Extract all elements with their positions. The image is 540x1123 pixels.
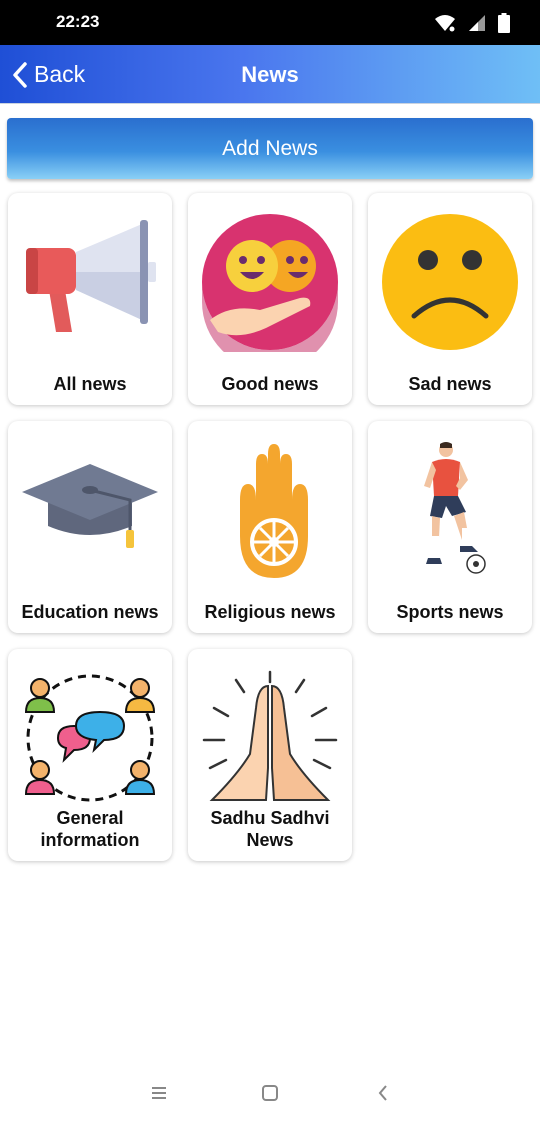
category-label: Religious news: [204, 602, 336, 622]
praying-hands-icon: [188, 663, 352, 813]
category-grid: All news Good news Sad news Education ne…: [8, 193, 532, 861]
back-label: Back: [34, 61, 86, 87]
system-nav-bar: [0, 1060, 540, 1123]
category-sad-news[interactable]: Sad news: [368, 193, 532, 405]
status-time: 22:23: [56, 12, 100, 31]
square-icon: [262, 1085, 278, 1101]
back-button[interactable]: Back: [12, 45, 85, 104]
category-religious-news[interactable]: Religious news: [188, 421, 352, 633]
category-label: All news: [53, 374, 127, 394]
status-icons: [434, 12, 510, 34]
chevron-left-icon: [378, 1085, 387, 1101]
happy-faces-icon: [188, 207, 352, 357]
category-label: General information: [40, 808, 140, 850]
category-label: Good news: [221, 374, 319, 394]
wifi-icon: [435, 15, 455, 32]
system-back-button[interactable]: [368, 1078, 398, 1108]
status-bar: 22:23: [0, 0, 540, 45]
category-label: Education news: [21, 602, 159, 622]
add-news-button[interactable]: Add News: [7, 118, 533, 179]
home-button[interactable]: [255, 1078, 285, 1108]
app-bar: Back News: [0, 45, 540, 104]
chevron-left-icon: [13, 61, 27, 88]
graduation-cap-icon: [8, 435, 172, 585]
people-chat-icon: [8, 663, 172, 813]
category-label: Sadhu Sadhvi News: [210, 808, 330, 850]
menu-icon: [152, 1087, 166, 1099]
battery-icon: [498, 13, 510, 33]
recent-apps-button[interactable]: [144, 1078, 174, 1108]
sad-face-icon: [368, 207, 532, 357]
category-sports-news[interactable]: Sports news: [368, 421, 532, 633]
category-sadhu-sadhvi-news[interactable]: Sadhu Sadhvi News: [188, 649, 352, 861]
category-label: Sports news: [396, 602, 504, 622]
category-all-news[interactable]: All news: [8, 193, 172, 405]
footballer-icon: [368, 435, 532, 585]
category-general-information[interactable]: General information: [8, 649, 172, 861]
category-label: Sad news: [408, 374, 492, 394]
megaphone-icon: [8, 207, 172, 357]
category-education-news[interactable]: Education news: [8, 421, 172, 633]
jain-hand-icon: [188, 435, 352, 585]
category-good-news[interactable]: Good news: [188, 193, 352, 405]
signal-icon: [469, 15, 485, 31]
